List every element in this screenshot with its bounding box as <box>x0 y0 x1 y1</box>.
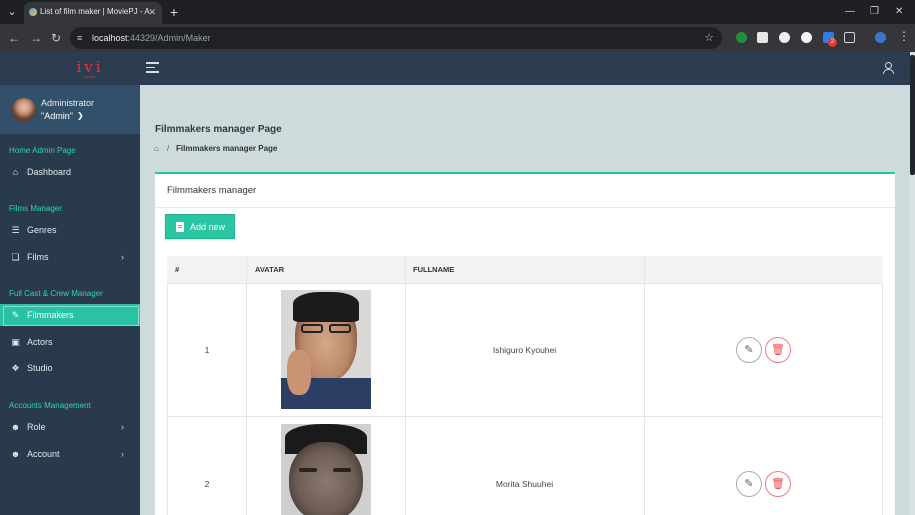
tab-favicon-icon <box>29 8 37 16</box>
extension-green-icon[interactable] <box>736 32 747 43</box>
document-icon <box>176 222 184 232</box>
minimize-icon[interactable]: — <box>845 0 855 24</box>
id-card-icon: ▣ <box>11 337 20 347</box>
column-divider <box>405 256 406 515</box>
new-tab-icon[interactable]: + <box>166 0 182 24</box>
chevron-down-icon[interactable]: ❯ <box>77 111 84 120</box>
browser-tab[interactable]: List of film maker | MoviePJ - A ✕ <box>24 2 162 24</box>
restore-icon[interactable]: ❐ <box>870 0 879 24</box>
sidebar-item-account[interactable]: ☻ Account › <box>0 443 140 465</box>
table-row-2-fullname: Morita Shuuhei <box>495 479 554 489</box>
url-path: :44329/Admin/Maker <box>127 33 211 43</box>
sidebar-item-dashboard[interactable]: ⌂ Dashboard <box>0 161 140 183</box>
user-key-icon: ☻ <box>10 422 21 432</box>
edit-button[interactable]: ✎ <box>736 337 762 363</box>
sidebar-item-label: Studio <box>27 363 53 373</box>
chevron-right-icon: › <box>121 252 124 262</box>
site-logo-sub: movie <box>84 74 96 79</box>
tab-title: List of film maker | MoviePJ - A <box>40 7 150 16</box>
edit-icon: ✎ <box>11 310 20 320</box>
edit-icon: ✎ <box>744 478 754 490</box>
address-bar[interactable]: ≡ localhost:44329/Admin/Maker ☆ <box>70 27 722 49</box>
extension-compass-icon[interactable] <box>779 32 790 43</box>
sidebar-item-label: Dashboard <box>27 167 72 177</box>
sidebar-item-filmmakers[interactable]: ✎ Filmmakers <box>0 304 140 326</box>
row-divider <box>167 283 883 284</box>
sidebar-item-label: Actors <box>27 337 53 347</box>
extensions-puzzle-icon[interactable] <box>844 32 855 43</box>
edit-icon: ✎ <box>744 344 754 356</box>
admin-role-dropdown[interactable]: "Admin" <box>41 111 73 121</box>
column-divider <box>246 256 247 515</box>
add-new-label: Add new <box>190 222 226 232</box>
sidebar-item-studio[interactable]: ❖ Studio <box>0 357 140 379</box>
page-scrollbar-thumb[interactable] <box>910 55 915 175</box>
sidebar-item-label: Genres <box>27 225 57 235</box>
sidebar-item-role[interactable]: ☻ Role › <box>0 416 140 438</box>
sidebar-item-genres[interactable]: ☰ Genres <box>0 219 140 241</box>
tab-search-icon[interactable]: ⌄ <box>4 0 20 24</box>
trash-icon: 🗑 <box>771 344 785 356</box>
browser-toolbar: ← → ↻ ≡ localhost:44329/Admin/Maker ☆ <box>0 24 915 52</box>
page-title: Filmmakers manager Page <box>155 124 282 135</box>
browser-menu-icon[interactable]: ⋮ <box>898 29 910 43</box>
admin-topbar <box>0 52 910 85</box>
extension-badge: 2 <box>828 38 837 47</box>
sidebar-item-label: Films <box>27 252 49 262</box>
sidebar-item-label: Account <box>27 449 60 459</box>
filmmaker-avatar-1 <box>281 290 371 409</box>
filmmaker-avatar-2 <box>281 424 371 515</box>
edit-button[interactable]: ✎ <box>736 471 762 497</box>
table-row-1-fullname: Ishiguro Kyouhei <box>492 345 557 355</box>
list-icon: ☰ <box>11 225 20 235</box>
extension-page-icon[interactable] <box>757 32 768 43</box>
menu-toggle-icon[interactable] <box>146 62 159 73</box>
add-new-button[interactable]: Add new <box>165 214 235 239</box>
user-icon[interactable] <box>882 62 894 74</box>
window-close-icon[interactable]: ✕ <box>895 0 903 24</box>
cube-icon: ❑ <box>11 252 20 262</box>
browser-tab-strip: ⌄ List of film maker | MoviePJ - A ✕ + —… <box>0 0 915 24</box>
section-home-admin: Home Admin Page <box>9 146 76 155</box>
extension-circle-icon[interactable] <box>801 32 812 43</box>
home-icon: ⌂ <box>12 167 19 177</box>
column-header-avatar: AVATAR <box>255 265 285 274</box>
delete-button[interactable]: 🗑 <box>765 337 791 363</box>
sidebar-item-label: Role <box>27 422 46 432</box>
trash-icon: 🗑 <box>771 478 785 490</box>
breadcrumb-separator: / <box>167 144 170 153</box>
row-divider <box>167 416 883 417</box>
column-header-fullname: FULLNAME <box>413 265 455 274</box>
section-films-manager: Films Manager <box>9 204 62 213</box>
delete-button[interactable]: 🗑 <box>765 471 791 497</box>
table-row-2-number: 2 <box>204 479 210 489</box>
breadcrumb-current: Filmmakers manager Page <box>176 144 278 153</box>
sidebar-item-label: Filmmakers <box>27 310 74 320</box>
forward-icon[interactable]: → <box>30 24 42 52</box>
sidebar-item-actors[interactable]: ▣ Actors <box>0 331 140 353</box>
table-row-1-number: 1 <box>204 345 210 355</box>
section-accounts: Accounts Management <box>9 401 91 410</box>
site-info-icon[interactable]: ≡ <box>77 27 82 49</box>
bookmark-star-icon[interactable]: ☆ <box>704 27 714 49</box>
column-header-number: # <box>175 265 180 274</box>
user-icon: ☻ <box>10 449 21 459</box>
url-host: localhost <box>92 33 128 43</box>
section-cast-crew: Full Cast & Crew Manager <box>9 289 103 298</box>
tab-close-icon[interactable]: ✕ <box>148 2 156 22</box>
admin-name: Administrator <box>41 98 95 108</box>
sidebar-item-films[interactable]: ❑ Films › <box>0 246 140 268</box>
admin-avatar <box>12 98 36 122</box>
card-title: Filmmakers manager <box>167 185 257 196</box>
column-divider <box>644 256 645 515</box>
breadcrumb-home-icon[interactable]: ⌂ <box>154 144 163 153</box>
chevron-right-icon: › <box>121 422 124 432</box>
chevron-right-icon: › <box>121 449 124 459</box>
sitemap-icon: ❖ <box>11 363 20 373</box>
profile-icon[interactable] <box>875 32 886 43</box>
reload-icon[interactable]: ↻ <box>51 24 61 52</box>
card-divider <box>155 207 895 208</box>
back-icon[interactable]: ← <box>8 24 20 52</box>
